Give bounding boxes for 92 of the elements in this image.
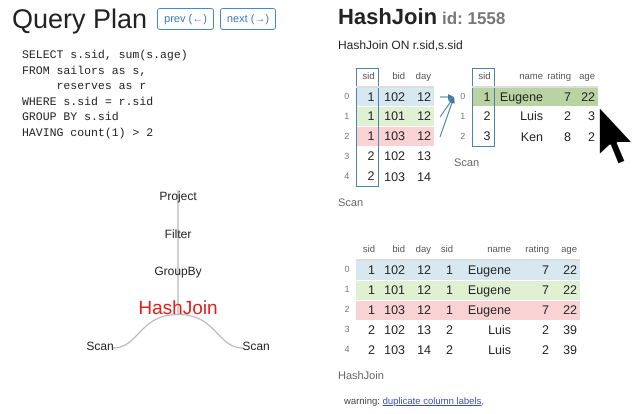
table-cell: 2 [356, 146, 378, 167]
table-cell: 101 [378, 106, 408, 127]
table-cell: 1 [356, 106, 378, 127]
row-index: 4 [338, 166, 356, 187]
table-cell: 12 [408, 280, 434, 300]
table-cell: 12 [408, 300, 434, 320]
table-cell: 102 [378, 260, 408, 280]
table-cell: 1 [472, 86, 494, 107]
operator-title: HashJoin [338, 3, 438, 31]
table-cell: 7 [514, 300, 552, 320]
operator-id: id: 1558 [442, 8, 506, 30]
table-cell: 102 [378, 146, 408, 167]
plan-node[interactable]: Project [159, 187, 197, 205]
table-cell: 8 [546, 126, 574, 147]
table-cell: 2 [356, 320, 378, 340]
table-cell: 103 [378, 340, 408, 360]
table-cell: 2 [434, 320, 456, 340]
table-cell: 7 [514, 280, 552, 300]
table-cell: 3 [472, 126, 494, 147]
table-caption: Scan [454, 156, 480, 172]
table-cell: 14 [408, 340, 434, 360]
table-cell: 1 [434, 300, 456, 320]
table-cell: Eugene [456, 280, 514, 300]
table-cell: Eugene [456, 260, 514, 280]
table-cell: 1 [434, 260, 456, 280]
table-cell: 12 [408, 86, 434, 107]
table-cell: 1 [356, 280, 378, 300]
duplicate-labels-link[interactable]: duplicate column labels, [382, 396, 484, 406]
row-index: 0 [338, 86, 356, 107]
row-index: 2 [454, 126, 472, 147]
table-cell: 103 [378, 166, 408, 187]
table-cell: 13 [408, 146, 434, 167]
table-cell: Ken [494, 126, 546, 147]
table-caption: Scan [338, 196, 364, 212]
table-cell: Luis [494, 106, 546, 127]
sql-query: SELECT s.sid, sum(s.age) FROM sailors as s, reserves as r WHERE s.sid = r.sid GROUP BY s.sid HAVING count(1) > 2 [22, 48, 189, 141]
table-cell: 102 [378, 320, 408, 340]
table-cell: 2 [434, 340, 456, 360]
row-index: 0 [338, 260, 356, 280]
table-cell: Luis [456, 340, 514, 360]
table-cell: 1 [356, 260, 378, 280]
table-cell: 1 [434, 280, 456, 300]
row-index: 1 [338, 280, 356, 300]
row-index: 0 [454, 86, 472, 107]
table-cell: 39 [552, 320, 580, 340]
column-header: sid [356, 68, 378, 86]
row-index: 2 [338, 300, 356, 320]
table-cell: 7 [546, 86, 574, 107]
row-index: 1 [338, 106, 356, 127]
join-condition: HashJoin ON r.sid,s.sid [338, 37, 464, 54]
row-index: 3 [338, 320, 356, 340]
table-cell: 1 [356, 300, 378, 320]
table-cell: 39 [552, 340, 580, 360]
warning-text: warning: duplicate column labels, [344, 394, 485, 408]
plan-node[interactable]: GroupBy [154, 262, 202, 280]
table-cell: 1 [356, 126, 378, 147]
column-header: sid [472, 68, 494, 86]
table-cell: 12 [408, 260, 434, 280]
table-cell: 103 [378, 126, 408, 147]
table-cell: 22 [574, 86, 598, 107]
table-cell: 2 [514, 320, 552, 340]
row-index: 3 [338, 146, 356, 167]
table-cell: Eugene [456, 300, 514, 320]
row-index: 1 [454, 106, 472, 127]
table-cell: 1 [356, 86, 378, 107]
table-cell: 2 [514, 340, 552, 360]
page-title: Query Plan [12, 3, 148, 36]
row-index: 2 [338, 126, 356, 147]
table-cell: 2 [546, 106, 574, 127]
prev-button[interactable]: prev (←) [157, 8, 214, 30]
table-cell: 12 [408, 126, 434, 147]
table-cell: 103 [378, 300, 408, 320]
table-cell: 12 [408, 106, 434, 127]
plan-node[interactable]: HashJoin [138, 294, 218, 323]
table-cell: 22 [552, 280, 580, 300]
table-cell: 2 [356, 166, 378, 187]
match-arrows-drawing [440, 94, 455, 138]
table-cell: 7 [514, 260, 552, 280]
table-caption: HashJoin [338, 369, 385, 384]
plan-node[interactable]: Filter [164, 224, 192, 242]
table-cell: 2 [356, 340, 378, 360]
table-cell: 14 [408, 166, 434, 187]
table-cell: 22 [552, 260, 580, 280]
plan-node[interactable]: Scan [242, 337, 270, 355]
table-cell: 22 [552, 300, 580, 320]
row-index: 4 [343, 343, 350, 356]
next-button[interactable]: next (→) [220, 8, 276, 30]
table-cell: 2 [472, 106, 494, 127]
table-cell: Luis [456, 320, 514, 340]
plan-node[interactable]: Scan [86, 337, 114, 355]
table-cell: 101 [378, 280, 408, 300]
table-cell: 13 [408, 320, 434, 340]
